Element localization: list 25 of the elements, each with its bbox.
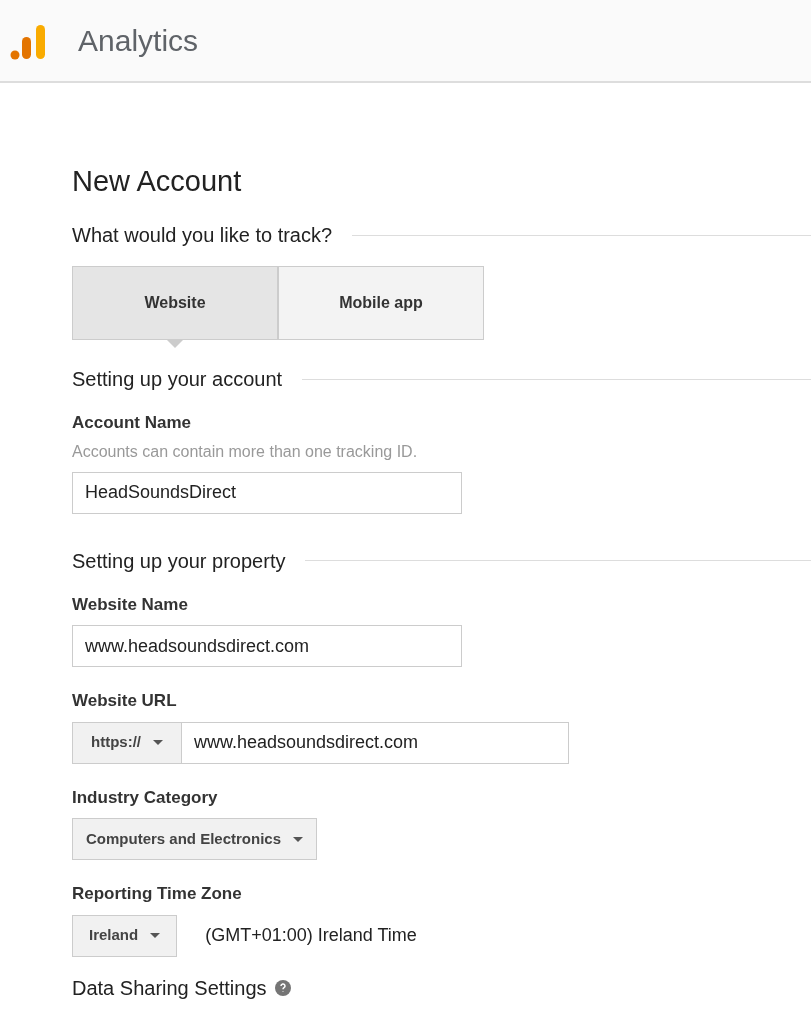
text-field[interactable]: www.headsoundsdirect.com bbox=[72, 625, 462, 667]
field-hint: Accounts can contain more than one tracking ID. bbox=[72, 441, 419, 462]
section-heading: Setting up your property bbox=[72, 548, 286, 574]
protocol-dropdown[interactable]: https:// bbox=[72, 721, 182, 764]
category-dropdown[interactable]: Computers and Electronics bbox=[72, 818, 318, 860]
caret-icon bbox=[293, 836, 304, 842]
country-dropdown[interactable]: Ireland bbox=[72, 914, 178, 957]
section-heading: Data Sharing Settings bbox=[72, 975, 267, 1001]
page-title: New Account bbox=[72, 167, 243, 196]
product-name: Analytics bbox=[78, 23, 199, 59]
caret-icon bbox=[150, 933, 161, 938]
timezone-text: (GMT+01:00) Ireland Time bbox=[205, 924, 417, 947]
field-label: Account Name bbox=[72, 412, 193, 434]
section-heading: What would you like to track? bbox=[72, 223, 333, 248]
tab-pointer-icon bbox=[166, 339, 184, 348]
field-label: Website Name bbox=[72, 593, 189, 616]
field-label: Industry Category bbox=[72, 786, 219, 809]
section-heading: Setting up your account bbox=[72, 367, 283, 392]
field-label: Reporting Time Zone bbox=[72, 883, 243, 905]
url-field[interactable]: www.headsoundsdirect.com bbox=[182, 721, 569, 764]
track-tab[interactable]: Mobile app bbox=[278, 266, 484, 340]
caret-icon bbox=[153, 740, 163, 745]
field-label: Website URL bbox=[72, 690, 178, 712]
help-icon[interactable] bbox=[274, 979, 291, 996]
text-field[interactable]: HeadSoundsDirect bbox=[72, 471, 462, 514]
